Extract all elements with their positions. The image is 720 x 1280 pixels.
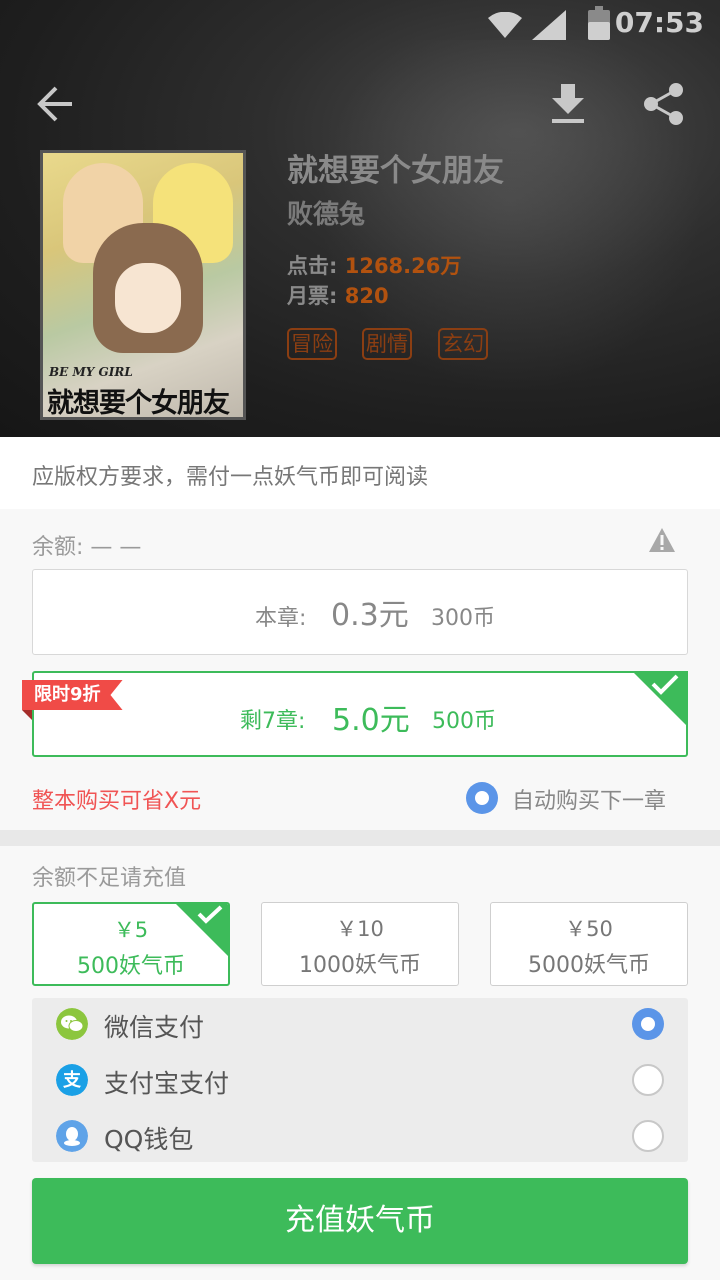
share-icon[interactable]	[642, 82, 686, 126]
chapter-option-coins: 300币	[431, 606, 495, 631]
payment-wechat[interactable]: 微信支付	[32, 998, 688, 1054]
qq-icon	[56, 1120, 88, 1152]
signal-icon	[532, 10, 566, 40]
tag-adventure[interactable]: 冒险	[287, 328, 337, 360]
book-title: 就想要个女朋友	[287, 153, 504, 189]
payment-alipay[interactable]: 支 支付宝支付	[32, 1054, 688, 1110]
package-price: ￥10	[336, 917, 384, 941]
battery-icon	[588, 6, 610, 40]
auto-buy-radio[interactable]	[466, 782, 498, 814]
package-coins: 1000妖气币	[299, 953, 421, 978]
remaining-option-label: 剩7章:	[240, 709, 306, 734]
tag-fantasy[interactable]: 玄幻	[438, 328, 488, 360]
recharge-package-5[interactable]: ￥5 500妖气币	[32, 902, 230, 986]
remaining-option-coins: 500币	[432, 709, 496, 734]
chapter-option-label: 本章:	[255, 606, 307, 631]
recharge-panel: 余额不足请充值 ￥5 500妖气币 ￥10 1000妖气币 ￥50 5000妖气…	[0, 846, 720, 1280]
payment-radio[interactable]	[632, 1064, 664, 1096]
discount-badge-fold	[22, 710, 32, 720]
remaining-option-price: 5.0元	[332, 703, 410, 738]
payment-label: QQ钱包	[104, 1125, 194, 1154]
chapter-option-price: 0.3元	[331, 598, 409, 633]
copyright-notice: 应版权方要求，需付一点妖气币即可阅读	[0, 437, 720, 509]
purchase-panel: 余额: — — 本章: 0.3元 300币 剩7章: 5.0元 500币 限时9…	[0, 509, 720, 830]
payment-qq-wallet[interactable]: QQ钱包	[32, 1110, 688, 1166]
payment-label: 微信支付	[104, 1013, 205, 1042]
payment-label: 支付宝支付	[104, 1069, 230, 1098]
book-header: 07:53 BE MY GIRL 就想要个女朋友 就想要个女朋友 败德兔 点击:…	[0, 0, 720, 437]
wechat-icon	[56, 1008, 88, 1040]
notice-text: 应版权方要求，需付一点妖气币即可阅读	[32, 465, 429, 490]
click-count-value: 1268.26万	[344, 254, 462, 278]
alipay-icon: 支	[56, 1064, 88, 1096]
package-coins: 5000妖气币	[528, 953, 650, 978]
monthly-votes: 月票: 820	[287, 280, 389, 310]
monthly-votes-label: 月票:	[287, 284, 338, 308]
recharge-package-50[interactable]: ￥50 5000妖气币	[490, 902, 688, 986]
cover-english-title: BE MY GIRL	[49, 365, 133, 379]
section-divider	[0, 830, 720, 846]
download-icon[interactable]	[548, 82, 588, 126]
buy-remaining-chapters-option[interactable]: 剩7章: 5.0元 500币	[32, 671, 688, 757]
svg-text:支: 支	[62, 1069, 82, 1091]
status-time: 07:53	[614, 6, 704, 39]
payment-radio-selected[interactable]	[632, 1008, 664, 1040]
tag-drama[interactable]: 剧情	[362, 328, 412, 360]
discount-badge: 限时9折	[22, 680, 123, 710]
recharge-submit-button[interactable]: 充值妖气币	[32, 1178, 688, 1264]
auto-buy-label[interactable]: 自动购买下一章	[512, 783, 666, 815]
wifi-icon	[488, 12, 522, 38]
payment-radio[interactable]	[632, 1120, 664, 1152]
buy-chapter-option[interactable]: 本章: 0.3元 300币	[32, 569, 688, 655]
status-bar: 07:53	[0, 0, 720, 48]
payment-method-list: 微信支付 支 支付宝支付 QQ钱包	[32, 998, 688, 1162]
cover-art-face	[115, 263, 181, 333]
recharge-package-10[interactable]: ￥10 1000妖气币	[261, 902, 459, 986]
checkmark-icon	[197, 905, 223, 924]
book-author: 败德兔	[287, 200, 366, 230]
warning-icon[interactable]	[648, 527, 676, 553]
recharge-title: 余额不足请充值	[32, 866, 187, 891]
package-price: ￥50	[565, 917, 613, 941]
cover-chinese-title: 就想要个女朋友	[47, 388, 230, 419]
whole-book-savings-text[interactable]: 整本购买可省X元	[32, 783, 201, 815]
balance-label: 余额: — —	[32, 535, 142, 560]
monthly-votes-value: 820	[344, 284, 389, 308]
checkmark-icon	[651, 674, 679, 695]
back-arrow-icon[interactable]	[36, 84, 76, 124]
click-count-label: 点击:	[287, 254, 338, 278]
book-cover[interactable]: BE MY GIRL 就想要个女朋友	[40, 150, 246, 420]
click-count: 点击: 1268.26万	[287, 250, 461, 280]
